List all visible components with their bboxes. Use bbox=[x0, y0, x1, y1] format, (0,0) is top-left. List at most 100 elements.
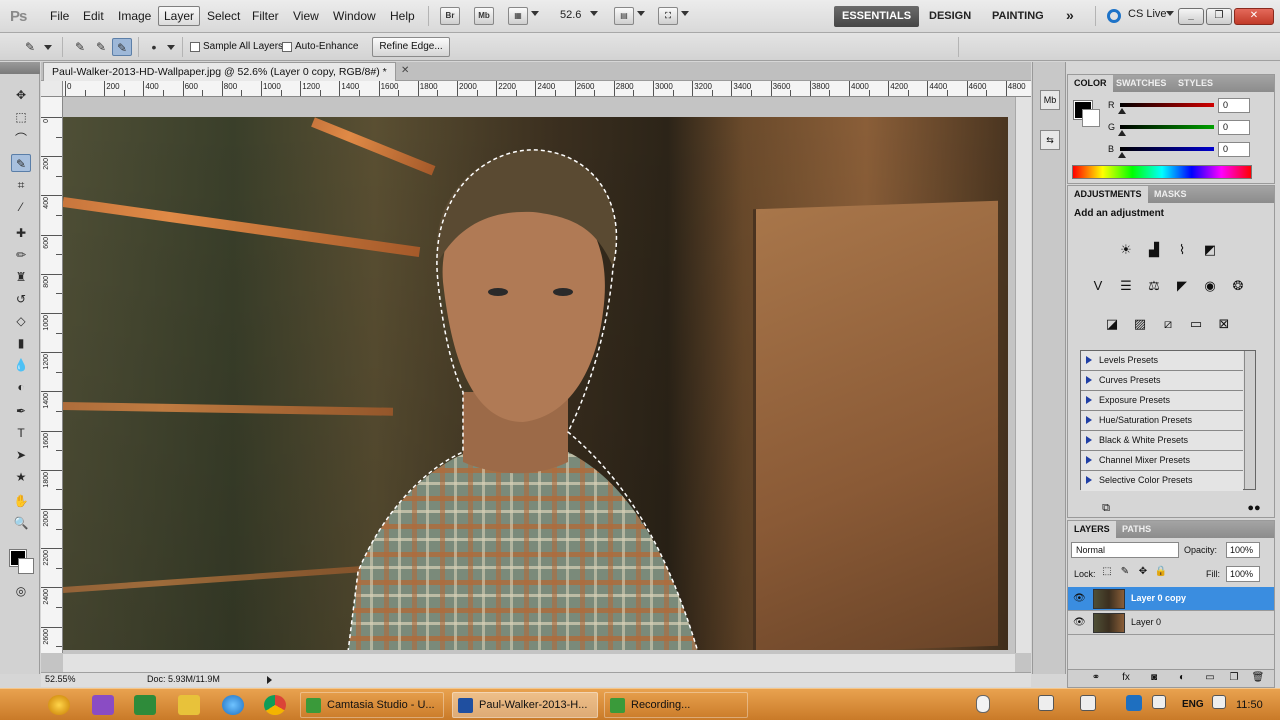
document-tab[interactable]: Paul-Walker-2013-HD-Wallpaper.jpg @ 52.6… bbox=[43, 62, 396, 81]
tray-app-icon[interactable] bbox=[1038, 695, 1054, 711]
minimize-button[interactable]: _ bbox=[1178, 8, 1204, 25]
close-button[interactable]: ✕ bbox=[1234, 8, 1274, 25]
levels-icon[interactable]: ▟ bbox=[1144, 240, 1164, 260]
posterize-icon[interactable]: ▨ bbox=[1130, 314, 1150, 334]
presets-scrollbar[interactable] bbox=[1244, 351, 1255, 489]
gradient-tool-icon[interactable]: ▮ bbox=[11, 334, 31, 352]
vertical-ruler[interactable]: 0 200 400 600 800 1000 1200 1400 1600 1800 2000 220… bbox=[41, 97, 63, 653]
slider-g[interactable] bbox=[1120, 125, 1214, 129]
volume-icon[interactable] bbox=[1212, 695, 1226, 709]
lock-pixels-icon[interactable]: ✎ bbox=[1118, 565, 1132, 579]
file-explorer-icon[interactable] bbox=[178, 695, 200, 715]
delete-layer-icon[interactable]: 🗑 bbox=[1248, 670, 1268, 686]
new-adjustment-layer-icon[interactable]: ◐ bbox=[1172, 670, 1192, 686]
menu-select[interactable]: Select bbox=[205, 9, 242, 23]
arrange-documents-icon[interactable]: ▤ bbox=[614, 7, 634, 25]
eyedropper-tool-icon[interactable]: ⁄ bbox=[11, 198, 31, 216]
list-item[interactable]: Selective Color Presets bbox=[1081, 471, 1243, 491]
tab-styles[interactable]: STYLES bbox=[1172, 75, 1219, 92]
value-r[interactable]: 0 bbox=[1218, 98, 1250, 113]
media-app-icon[interactable] bbox=[92, 695, 114, 715]
menu-filter[interactable]: Filter bbox=[250, 9, 281, 23]
vibrance-icon[interactable]: V bbox=[1088, 276, 1108, 296]
brush-size-icon[interactable]: • bbox=[144, 38, 164, 56]
workspace-essentials[interactable]: ESSENTIALS bbox=[834, 6, 920, 27]
task-recording[interactable]: Recording... bbox=[604, 692, 748, 718]
black-white-icon[interactable]: ◤ bbox=[1172, 276, 1192, 296]
tab-masks[interactable]: MASKS bbox=[1148, 186, 1193, 203]
tray-app-icon[interactable] bbox=[1080, 695, 1096, 711]
photo-filter-icon[interactable]: ◉ bbox=[1200, 276, 1220, 296]
new-selection-icon[interactable]: ✎ bbox=[70, 38, 90, 56]
move-tool-icon[interactable]: ✥ bbox=[11, 86, 31, 104]
list-item[interactable]: Exposure Presets bbox=[1081, 391, 1243, 411]
chevron-down-icon[interactable] bbox=[637, 11, 645, 16]
screen-mode-icon[interactable]: ⛶ bbox=[658, 7, 678, 25]
menu-file[interactable]: File bbox=[48, 9, 71, 23]
new-group-icon[interactable]: ▭ bbox=[1200, 670, 1220, 686]
horizontal-ruler[interactable]: 0 200 400 600 800 1000 1200 1400 1600 1800 2000 220… bbox=[63, 81, 1031, 97]
zoom-tool-icon[interactable]: 🔍 bbox=[11, 514, 31, 532]
slider-thumb-b[interactable] bbox=[1118, 152, 1126, 158]
marquee-tool-icon[interactable]: ⬚ bbox=[11, 108, 31, 126]
menu-help[interactable]: Help bbox=[388, 9, 417, 23]
menu-layer[interactable]: Layer bbox=[158, 6, 201, 26]
slider-thumb-r[interactable] bbox=[1118, 108, 1126, 114]
crop-tool-icon[interactable]: ⌗ bbox=[11, 176, 31, 194]
menu-edit[interactable]: Edit bbox=[81, 9, 106, 23]
task-camtasia[interactable]: Camtasia Studio - U... bbox=[300, 692, 444, 718]
list-item[interactable]: Levels Presets bbox=[1081, 351, 1243, 371]
hand-tool-icon[interactable]: ✋ bbox=[11, 492, 31, 510]
internet-explorer-icon[interactable] bbox=[222, 695, 244, 715]
slider-r[interactable] bbox=[1120, 103, 1214, 107]
selective-color-icon[interactable]: ⊠ bbox=[1214, 314, 1234, 334]
tab-swatches[interactable]: SWATCHES bbox=[1110, 75, 1172, 92]
tools-panel-header[interactable] bbox=[0, 62, 40, 74]
sample-all-layers-checkbox[interactable] bbox=[190, 42, 200, 52]
auto-enhance-checkbox[interactable] bbox=[282, 42, 292, 52]
ruler-origin[interactable] bbox=[41, 81, 63, 97]
background-color-swatch[interactable] bbox=[18, 558, 34, 574]
add-mask-icon[interactable]: ◙ bbox=[1144, 670, 1164, 686]
close-document-icon[interactable]: ✕ bbox=[401, 65, 409, 76]
chrome-icon[interactable] bbox=[264, 695, 286, 715]
excel-app-icon[interactable] bbox=[134, 695, 156, 715]
menu-view[interactable]: View bbox=[291, 9, 321, 23]
status-zoom[interactable]: 52.55% bbox=[45, 674, 76, 684]
workspace-painting[interactable]: PAINTING bbox=[984, 6, 1052, 27]
panel-options-icon[interactable]: ●● bbox=[1244, 498, 1264, 518]
clock[interactable]: 11:50 bbox=[1236, 699, 1263, 711]
channel-mixer-icon[interactable]: ❂ bbox=[1228, 276, 1248, 296]
refine-edge-button[interactable]: Refine Edge... bbox=[372, 37, 450, 57]
vertical-scrollbar[interactable] bbox=[1015, 97, 1031, 653]
clip-to-layer-icon[interactable]: ⧉ bbox=[1096, 498, 1116, 518]
value-b[interactable]: 0 bbox=[1218, 142, 1250, 157]
brightness-contrast-icon[interactable]: ☀ bbox=[1116, 240, 1136, 260]
chevron-down-icon[interactable] bbox=[531, 11, 539, 16]
lock-all-icon[interactable]: 🔒 bbox=[1154, 565, 1168, 579]
list-item[interactable]: Channel Mixer Presets bbox=[1081, 451, 1243, 471]
gradient-map-icon[interactable]: ▭ bbox=[1186, 314, 1206, 334]
new-layer-icon[interactable]: ❐ bbox=[1224, 670, 1244, 686]
layer-row[interactable]: 👁 Layer 0 bbox=[1068, 611, 1274, 635]
add-to-selection-icon[interactable]: ✎ bbox=[91, 38, 111, 56]
chevron-down-icon[interactable] bbox=[1166, 11, 1174, 16]
opacity-input[interactable]: 100% bbox=[1226, 542, 1260, 558]
dodge-tool-icon[interactable]: ◐ bbox=[11, 378, 31, 396]
pen-tool-icon[interactable]: ✒ bbox=[11, 402, 31, 420]
chevron-down-icon[interactable] bbox=[167, 45, 175, 50]
type-tool-icon[interactable]: T bbox=[11, 424, 31, 442]
slider-b[interactable] bbox=[1120, 147, 1214, 151]
tab-paths[interactable]: PATHS bbox=[1116, 521, 1157, 538]
input-language[interactable]: ENG bbox=[1182, 699, 1204, 710]
value-g[interactable]: 0 bbox=[1218, 120, 1250, 135]
lock-transparency-icon[interactable]: ⬚ bbox=[1100, 565, 1114, 579]
lock-position-icon[interactable]: ✥ bbox=[1136, 565, 1150, 579]
hue-saturation-icon[interactable]: ☰ bbox=[1116, 276, 1136, 296]
clone-stamp-tool-icon[interactable]: ♜ bbox=[11, 268, 31, 286]
network-icon[interactable] bbox=[1152, 695, 1166, 709]
chevron-down-icon[interactable] bbox=[681, 11, 689, 16]
background-color-chip[interactable] bbox=[1082, 109, 1100, 127]
browser-app-icon[interactable] bbox=[48, 695, 70, 715]
workspace-design[interactable]: DESIGN bbox=[921, 6, 979, 27]
